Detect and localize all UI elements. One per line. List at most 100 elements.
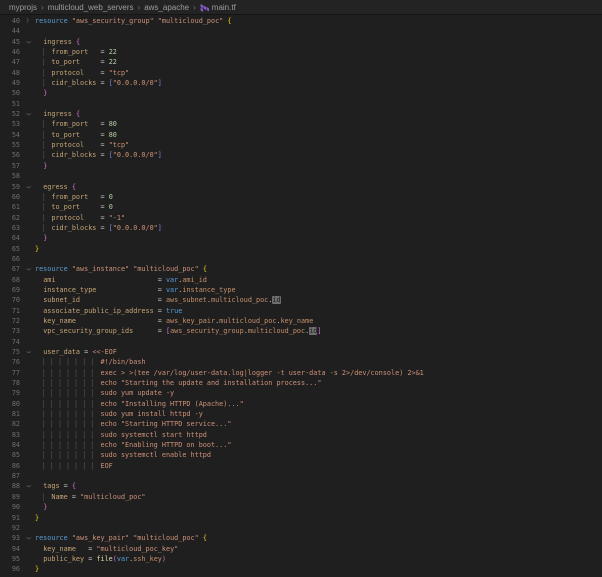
code-line[interactable]: 52❯ ingress { — [0, 109, 602, 119]
line-number[interactable]: 86 — [0, 461, 20, 471]
line-number[interactable]: 51 — [0, 99, 20, 109]
code-line[interactable]: 71 associate_public_ip_address = true — [0, 306, 602, 316]
line-number[interactable]: 40 — [0, 16, 20, 26]
code-line[interactable]: 69 instance_type = var.instance_type — [0, 285, 602, 295]
code-line[interactable]: 82 echo "Starting HTTPD service..." — [0, 419, 602, 429]
fold-chevron-icon[interactable]: ❯ — [22, 185, 32, 189]
code-line[interactable]: 93❯resource "aws_key_pair" "multicloud_p… — [0, 533, 602, 543]
line-number[interactable]: 95 — [0, 554, 20, 564]
line-number[interactable]: 78 — [0, 378, 20, 388]
code-line[interactable]: 78 echo "Starting the update and install… — [0, 378, 602, 388]
line-number[interactable]: 72 — [0, 316, 20, 326]
code-line[interactable]: 56 cidr_blocks = ["0.0.0.0/0"] — [0, 150, 602, 160]
fold-chevron-icon[interactable]: ❯ — [22, 112, 32, 116]
code-line[interactable]: 75❯ user_data = <<-EOF — [0, 347, 602, 357]
code-line[interactable]: 70 subnet_id = aws_subnet.multicloud_poc… — [0, 295, 602, 305]
code-line[interactable]: 49 cidr_blocks = ["0.0.0.0/0"] — [0, 78, 602, 88]
line-number[interactable]: 90 — [0, 502, 20, 512]
line-number[interactable]: 60 — [0, 192, 20, 202]
line-number[interactable]: 83 — [0, 430, 20, 440]
line-number[interactable]: 81 — [0, 409, 20, 419]
line-number[interactable]: 45 — [0, 37, 20, 47]
code-line[interactable]: 73 vpc_security_group_ids = [aws_securit… — [0, 326, 602, 336]
line-number[interactable]: 57 — [0, 161, 20, 171]
line-number[interactable]: 87 — [0, 471, 20, 481]
code-line[interactable]: 67❯resource "aws_instance" "multicloud_p… — [0, 264, 602, 274]
line-number[interactable]: 61 — [0, 202, 20, 212]
fold-chevron-icon[interactable]: ❯ — [26, 17, 30, 24]
line-number[interactable]: 68 — [0, 275, 20, 285]
code-line[interactable]: 51 — [0, 99, 602, 109]
editor[interactable]: 40❯resource "aws_security_group" "multic… — [0, 15, 602, 575]
line-number[interactable]: 69 — [0, 285, 20, 295]
code-line[interactable]: 44 — [0, 26, 602, 36]
code-line[interactable]: 87 — [0, 471, 602, 481]
code-line[interactable]: 91} — [0, 513, 602, 523]
line-number[interactable]: 59 — [0, 182, 20, 192]
code-line[interactable]: 57 } — [0, 161, 602, 171]
code-line[interactable]: 72 key_name = aws_key_pair.multicloud_po… — [0, 316, 602, 326]
line-number[interactable]: 53 — [0, 119, 20, 129]
code-line[interactable]: 47 to_port = 22 — [0, 57, 602, 67]
line-number[interactable]: 91 — [0, 513, 20, 523]
line-number[interactable]: 47 — [0, 57, 20, 67]
code-line[interactable]: 81 sudo yum install httpd -y — [0, 409, 602, 419]
fold-chevron-icon[interactable]: ❯ — [22, 268, 32, 272]
code-line[interactable]: 62 protocol = "-1" — [0, 213, 602, 223]
line-number[interactable]: 55 — [0, 140, 20, 150]
fold-chevron-icon[interactable]: ❯ — [22, 350, 32, 354]
line-number[interactable]: 89 — [0, 492, 20, 502]
line-number[interactable]: 73 — [0, 326, 20, 336]
code-line[interactable]: 53 from_port = 80 — [0, 119, 602, 129]
line-number[interactable]: 88 — [0, 481, 20, 491]
line-number[interactable]: 92 — [0, 523, 20, 533]
code-line[interactable]: 58 — [0, 171, 602, 181]
line-number[interactable]: 52 — [0, 109, 20, 119]
fold-chevron-icon[interactable]: ❯ — [22, 485, 32, 489]
code-line[interactable]: 95 public_key = file(var.ssh_key) — [0, 554, 602, 564]
code-line[interactable]: 40❯resource "aws_security_group" "multic… — [0, 16, 602, 26]
line-number[interactable]: 70 — [0, 295, 20, 305]
line-number[interactable]: 82 — [0, 419, 20, 429]
code-line[interactable]: 79 sudo yum update -y — [0, 388, 602, 398]
code-line[interactable]: 96} — [0, 564, 602, 574]
code-line[interactable]: 64 } — [0, 233, 602, 243]
code-line[interactable]: 48 protocol = "tcp" — [0, 68, 602, 78]
code-line[interactable]: 65} — [0, 244, 602, 254]
line-number[interactable]: 58 — [0, 171, 20, 181]
line-number[interactable]: 44 — [0, 26, 20, 36]
breadcrumb-file[interactable]: main.tf — [200, 3, 236, 12]
line-number[interactable]: 85 — [0, 450, 20, 460]
code-line[interactable]: 94 key_name = "multicloud_poc_key" — [0, 544, 602, 554]
code-line[interactable]: 45❯ ingress { — [0, 37, 602, 47]
code-line[interactable]: 83 sudo systemctl start httpd — [0, 430, 602, 440]
line-number[interactable]: 48 — [0, 68, 20, 78]
code-line[interactable]: 92 — [0, 523, 602, 533]
line-number[interactable]: 64 — [0, 233, 20, 243]
code-line[interactable]: 76 #!/bin/bash — [0, 357, 602, 367]
code-line[interactable]: 85 sudo systemctl enable httpd — [0, 450, 602, 460]
code-line[interactable]: 60 from_port = 0 — [0, 192, 602, 202]
code-line[interactable]: 77 exec > >(tee /var/log/user-data.log|l… — [0, 368, 602, 378]
line-number[interactable]: 50 — [0, 88, 20, 98]
code-line[interactable]: 61 to_port = 0 — [0, 202, 602, 212]
line-number[interactable]: 63 — [0, 223, 20, 233]
code-line[interactable]: 90 } — [0, 502, 602, 512]
code-line[interactable]: 80 echo "Installing HTTPD (Apache)..." — [0, 399, 602, 409]
code-line[interactable]: 84 echo "Enabling HTTPD on boot..." — [0, 440, 602, 450]
fold-chevron-icon[interactable]: ❯ — [22, 40, 32, 44]
line-number[interactable]: 79 — [0, 388, 20, 398]
line-number[interactable]: 84 — [0, 440, 20, 450]
line-number[interactable]: 46 — [0, 47, 20, 57]
line-number[interactable]: 65 — [0, 244, 20, 254]
code-line[interactable]: 89 Name = "multicloud_poc" — [0, 492, 602, 502]
line-number[interactable]: 54 — [0, 130, 20, 140]
line-number[interactable]: 93 — [0, 533, 20, 543]
line-number[interactable]: 75 — [0, 347, 20, 357]
line-number[interactable]: 94 — [0, 544, 20, 554]
code-line[interactable]: 50 } — [0, 88, 602, 98]
line-number[interactable]: 49 — [0, 78, 20, 88]
code-line[interactable]: 86 EOF — [0, 461, 602, 471]
breadcrumb-item[interactable]: multicloud_web_servers — [48, 3, 134, 12]
code-line[interactable]: 59❯ egress { — [0, 182, 602, 192]
